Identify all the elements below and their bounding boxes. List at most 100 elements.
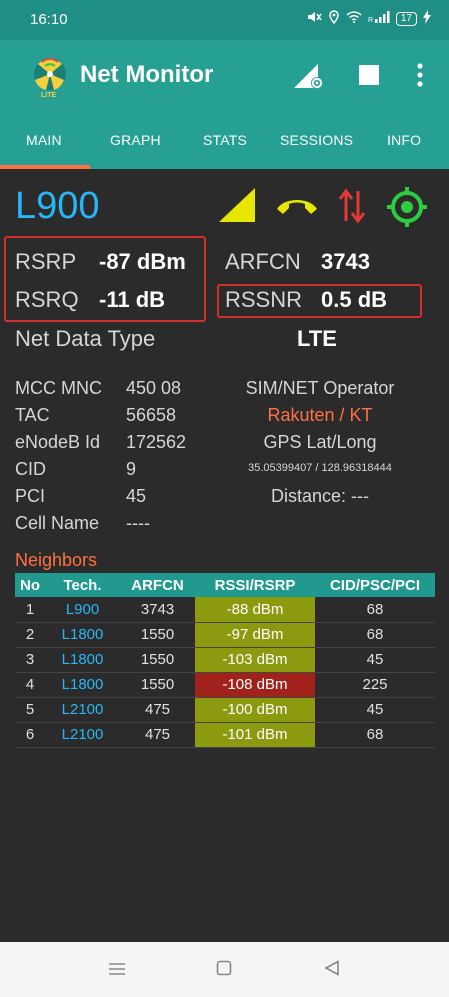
mcc-mnc-value: 450 08 <box>126 378 182 398</box>
col-cid-header: CID/PSC/PCI <box>315 573 435 597</box>
neighbor-tech: L900 <box>45 597 120 623</box>
neighbor-arfcn: 1550 <box>120 672 195 698</box>
status-icons: R 17 <box>306 10 431 27</box>
rsrp-value: -87 dBm <box>99 249 186 274</box>
neighbor-arfcn: 475 <box>120 722 195 748</box>
neighbor-tech: L1800 <box>45 622 120 648</box>
status-time: 16:10 <box>30 11 68 28</box>
neighbor-arfcn: 1550 <box>120 622 195 648</box>
app-title: Net Monitor <box>80 61 214 88</box>
col-no-header: No <box>15 573 45 597</box>
tab-sessions[interactable]: SESSIONS <box>280 132 353 148</box>
tab-bar: MAIN GRAPH STATS SESSIONS INFO <box>0 112 449 169</box>
rssnr-value: 0.5 dB <box>321 287 388 312</box>
neighbor-arfcn: 475 <box>120 697 195 723</box>
battery-indicator: 17 <box>395 11 417 26</box>
cell-name-value: ---- <box>126 513 150 533</box>
gps-value: 35.05399407 / 128.96318444 <box>248 462 392 474</box>
system-nav-bar <box>0 942 449 997</box>
data-activity-icon <box>338 187 366 230</box>
neighbor-arfcn: 1550 <box>120 647 195 673</box>
signal-strength-icon <box>217 186 257 229</box>
neighbor-rssi: -100 dBm <box>195 697 315 723</box>
neighbor-cid: 225 <box>315 672 435 698</box>
app-logo: LITE <box>28 54 72 102</box>
col-arfcn-header: ARFCN <box>120 573 195 597</box>
neighbor-arfcn: 3743 <box>120 597 195 623</box>
gps-label: GPS Lat/Long <box>263 432 377 452</box>
neighbor-cid: 45 <box>315 697 435 723</box>
call-idle-icon <box>274 195 320 222</box>
operator-label: SIM/NET Operator <box>245 378 395 398</box>
neighbor-rssi: -97 dBm <box>195 622 315 648</box>
neighbor-no: 1 <box>15 597 45 623</box>
neighbors-title: Neighbors <box>15 550 98 570</box>
rsrq-label: RSRQ <box>15 287 79 312</box>
operator-value: Rakuten / KT <box>267 405 373 425</box>
rssnr-label: RSSNR <box>225 287 303 312</box>
neighbor-tech: L2100 <box>45 722 120 748</box>
neighbor-no: 3 <box>15 647 45 673</box>
tab-graph[interactable]: GRAPH <box>110 132 161 148</box>
neighbor-rssi: -88 dBm <box>195 597 315 623</box>
wifi-icon <box>346 11 362 26</box>
network-settings-button[interactable] <box>292 60 326 97</box>
neighbors-header-row: No Tech. ARFCN RSSI/RSRP CID/PSC/PCI <box>15 573 435 597</box>
more-options-icon[interactable] <box>416 62 424 93</box>
neighbor-row: 4 L1800 1550 -108 dBm 225 <box>15 672 435 698</box>
serving-band: L900 <box>15 185 100 227</box>
signal-icon: R <box>368 11 390 26</box>
tac-label: TAC <box>15 405 50 425</box>
enodeb-label: eNodeB Id <box>15 432 101 452</box>
net-data-type-value: LTE <box>297 326 337 351</box>
charging-icon <box>423 10 431 27</box>
stop-button[interactable] <box>358 64 380 91</box>
neighbor-cid: 68 <box>315 622 435 648</box>
distance-label: Distance: --- <box>270 486 369 506</box>
tab-main[interactable]: MAIN <box>26 132 62 148</box>
neighbor-rssi: -108 dBm <box>195 672 315 698</box>
location-target-icon <box>386 186 428 233</box>
app-bar: LITE Net Monitor <box>0 40 449 112</box>
logo-lite-text: LITE <box>41 92 57 99</box>
neighbor-row: 1 L900 3743 -88 dBm 68 <box>15 597 435 623</box>
neighbor-row: 5 L2100 475 -100 dBm 45 <box>15 697 435 723</box>
col-rssi-header: RSSI/RSRP <box>195 573 315 597</box>
neighbor-tech: L2100 <box>45 697 120 723</box>
recents-icon[interactable] <box>108 960 126 981</box>
pci-label: PCI <box>15 486 46 506</box>
location-icon <box>328 10 340 27</box>
neighbor-tech: L1800 <box>45 672 120 698</box>
neighbor-no: 2 <box>15 622 45 648</box>
neighbor-tech: L1800 <box>45 647 120 673</box>
neighbor-no: 5 <box>15 697 45 723</box>
tac-value: 56658 <box>126 405 177 425</box>
svg-text:R: R <box>368 17 373 23</box>
neighbor-rssi: -101 dBm <box>195 722 315 748</box>
rsrq-value: -11 dB <box>99 287 166 312</box>
neighbor-rssi: -103 dBm <box>195 647 315 673</box>
neighbor-cid: 68 <box>315 597 435 623</box>
neighbor-row: 6 L2100 475 -101 dBm 68 <box>15 722 435 748</box>
neighbor-no: 6 <box>15 722 45 748</box>
status-bar: 16:10 R 17 <box>0 0 449 40</box>
col-tech-header: Tech. <box>45 573 120 597</box>
arfcn-value: 3743 <box>321 249 370 274</box>
neighbor-no: 4 <box>15 672 45 698</box>
cid-value: 9 <box>126 459 137 479</box>
neighbor-row: 2 L1800 1550 -97 dBm 68 <box>15 622 435 648</box>
neighbor-cid: 68 <box>315 722 435 748</box>
pci-value: 45 <box>126 486 147 506</box>
net-data-type-label: Net Data Type <box>15 326 156 351</box>
rsrp-label: RSRP <box>15 249 77 274</box>
enodeb-value: 172562 <box>126 432 187 452</box>
home-icon[interactable] <box>216 960 232 981</box>
neighbors-table: No Tech. ARFCN RSSI/RSRP CID/PSC/PCI 1 L9… <box>15 573 435 748</box>
tab-stats[interactable]: STATS <box>203 132 247 148</box>
mute-icon <box>306 10 322 27</box>
neighbor-row: 3 L1800 1550 -103 dBm 45 <box>15 647 435 673</box>
tab-info[interactable]: INFO <box>387 132 421 148</box>
neighbor-cid: 45 <box>315 647 435 673</box>
active-tab-indicator <box>0 165 90 169</box>
back-icon[interactable] <box>324 960 340 981</box>
